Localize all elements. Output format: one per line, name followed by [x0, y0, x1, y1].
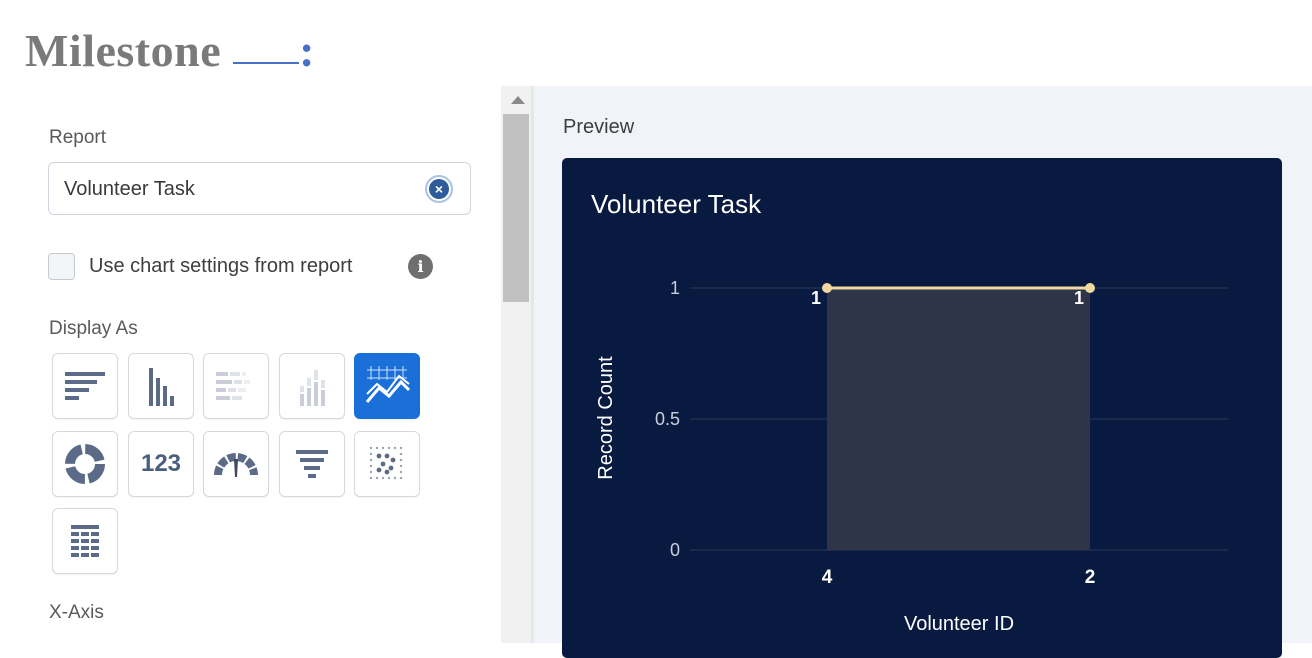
settings-scrollbar[interactable] — [501, 86, 531, 643]
funnel-chart-icon — [296, 450, 328, 478]
horizontal-bar-chart-icon — [65, 372, 105, 400]
x-tick-label: 2 — [1085, 567, 1096, 588]
display-metric-button[interactable]: 123 — [128, 431, 194, 497]
y-tick-label: 0 — [670, 540, 680, 560]
line-chart-icon — [365, 366, 411, 403]
data-label: 1 — [811, 288, 821, 308]
x-axis-label: X-Axis — [49, 602, 104, 623]
scatter-plot-icon — [369, 446, 403, 480]
data-point — [1085, 283, 1095, 293]
display-scatter-button[interactable] — [354, 431, 420, 497]
heading-text: Milestone — [25, 25, 222, 76]
display-funnel-button[interactable] — [279, 431, 345, 497]
panel-divider — [531, 86, 534, 643]
area-fill — [827, 288, 1090, 550]
x-axis-title: Volunteer ID — [904, 613, 1014, 635]
heading-blank — [233, 24, 300, 64]
y-axis-title: Record Count — [595, 356, 617, 480]
vertical-bar-chart-icon — [149, 368, 174, 406]
scrollbar-thumb[interactable] — [503, 114, 529, 302]
report-label: Report — [49, 127, 107, 148]
gauge-icon — [214, 453, 258, 477]
table-icon — [71, 525, 99, 557]
preview-label: Preview — [563, 116, 635, 138]
clear-icon[interactable]: × — [425, 175, 453, 203]
data-label: 1 — [1074, 288, 1084, 308]
page-heading: Milestone: — [25, 24, 315, 77]
use-chart-settings-label: Use chart settings from report — [89, 255, 353, 277]
stacked-vertical-bar-icon — [300, 370, 325, 406]
display-horizontal-bar-button[interactable] — [52, 353, 118, 419]
display-as-label: Display As — [49, 318, 138, 339]
display-line-button[interactable] — [354, 353, 420, 419]
report-input[interactable]: Volunteer Task × — [48, 162, 471, 215]
data-point — [822, 283, 832, 293]
chart-card: Volunteer Task 0 0.5 1 1 1 4 2 Volunteer ID Reco… — [562, 158, 1282, 658]
preview-panel: Preview Volunteer Task 0 0.5 1 1 1 4 2 Voluntee… — [531, 86, 1312, 658]
display-table-button[interactable] — [52, 508, 118, 574]
use-chart-settings-checkbox[interactable] — [48, 253, 75, 280]
y-tick-label: 0.5 — [655, 409, 680, 429]
display-stacked-horizontal-bar-button[interactable] — [203, 353, 269, 419]
display-vertical-bar-button[interactable] — [128, 353, 194, 419]
report-value: Volunteer Task — [64, 178, 195, 200]
display-stacked-vertical-bar-button[interactable] — [279, 353, 345, 419]
x-tick-label: 4 — [822, 567, 833, 588]
heading-colon: : — [299, 25, 315, 76]
y-tick-label: 1 — [670, 278, 680, 298]
display-gauge-button[interactable] — [203, 431, 269, 497]
display-donut-button[interactable] — [52, 431, 118, 497]
scroll-up-icon[interactable] — [511, 96, 525, 104]
line-chart: 0 0.5 1 1 1 4 2 Volunteer ID Record Count — [595, 278, 1228, 635]
metric-icon: 123 — [140, 450, 182, 477]
donut-chart-icon — [65, 444, 105, 484]
info-icon[interactable]: i — [408, 254, 433, 279]
stacked-horizontal-bar-icon — [216, 372, 250, 400]
